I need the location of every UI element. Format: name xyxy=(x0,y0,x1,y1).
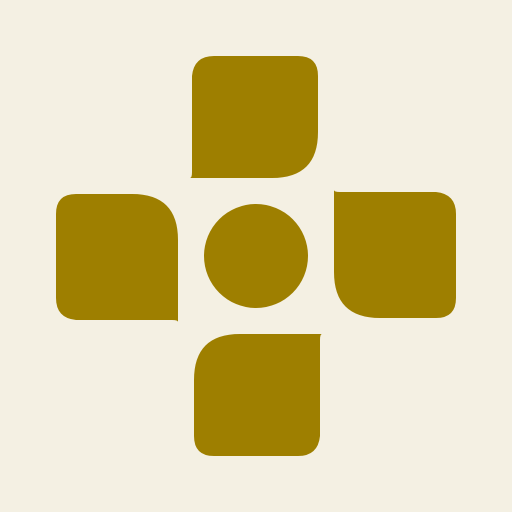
cross-arm-bottom xyxy=(194,334,322,456)
cross-arm-left xyxy=(56,194,178,322)
cross-with-center-dot-icon xyxy=(0,0,512,512)
center-dot xyxy=(204,204,308,308)
app-icon xyxy=(0,0,512,512)
cross-arm-right xyxy=(334,190,456,318)
cross-arm-top xyxy=(190,56,318,178)
